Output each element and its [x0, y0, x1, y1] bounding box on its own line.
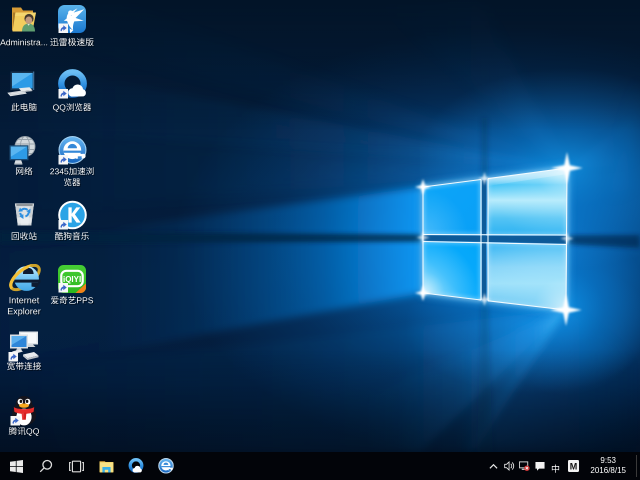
svg-text:M: M: [570, 461, 578, 471]
svg-text:iQIYI: iQIYI: [63, 274, 81, 283]
